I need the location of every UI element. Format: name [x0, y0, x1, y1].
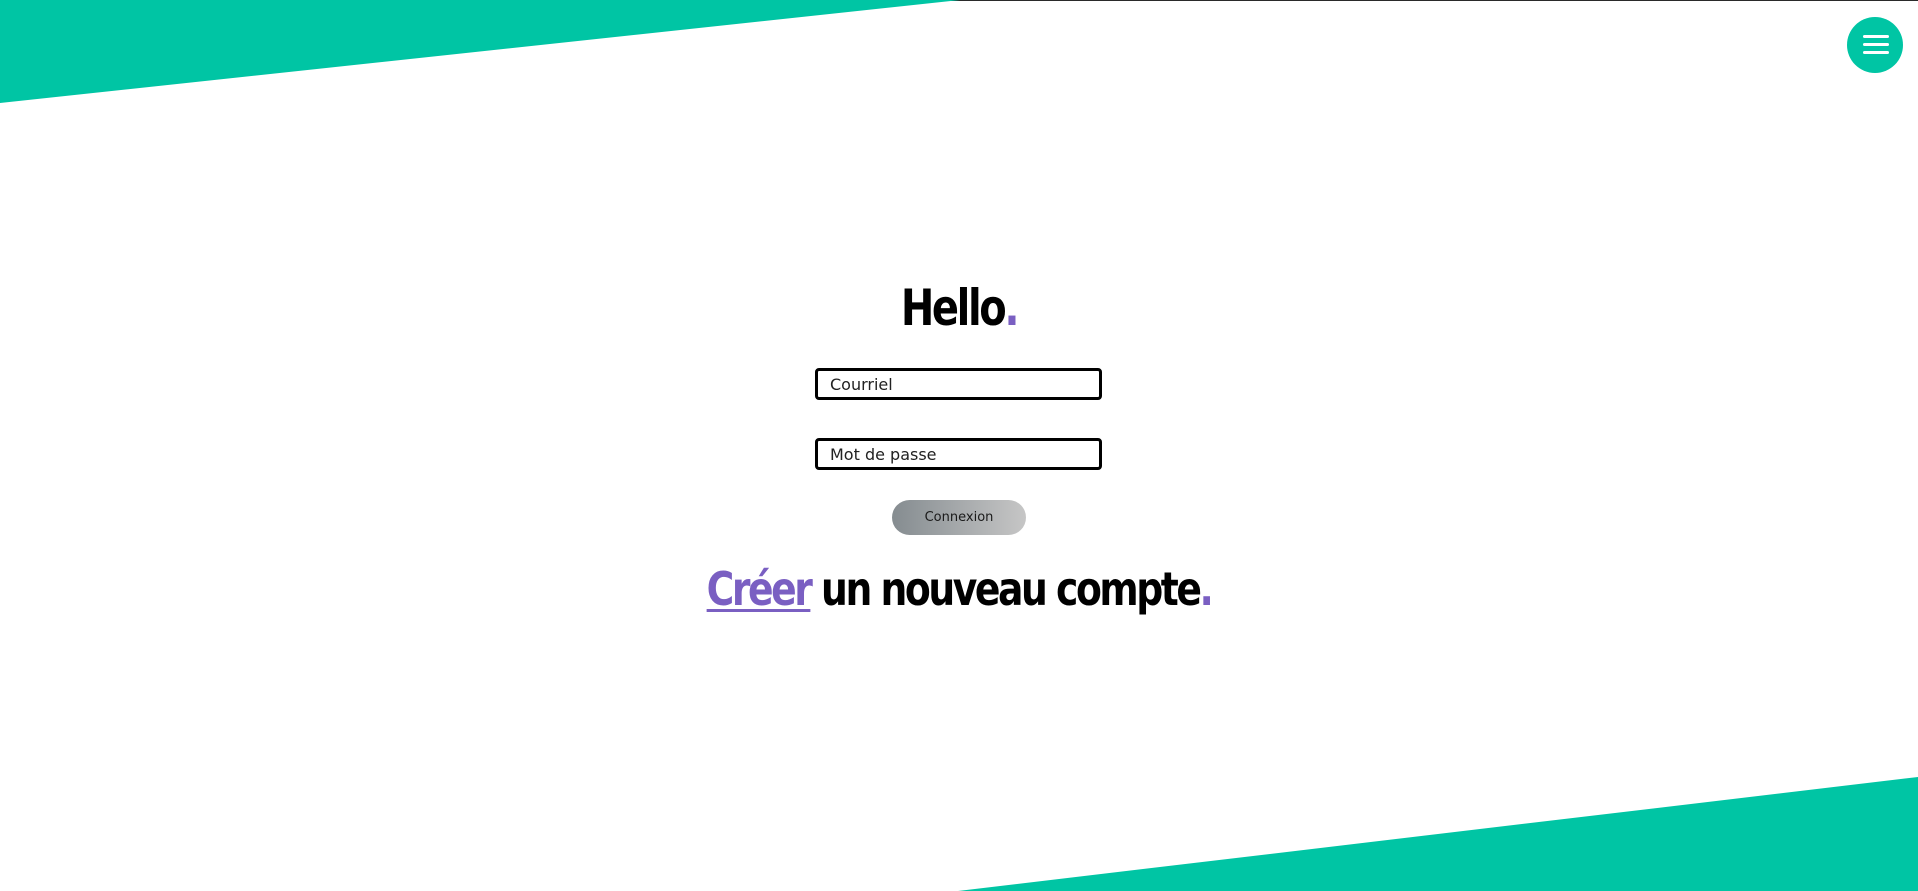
login-button[interactable]: Connexion: [892, 500, 1026, 535]
login-heading: Hello.: [192, 276, 1726, 340]
create-account-link[interactable]: Créer: [707, 562, 813, 616]
top-left-green-shape: [0, 0, 960, 103]
email-field[interactable]: [815, 368, 1102, 400]
create-account-dot: .: [1199, 562, 1213, 616]
bottom-right-green-shape: [958, 777, 1918, 891]
heading-dot: .: [1004, 279, 1019, 337]
password-field[interactable]: [815, 438, 1102, 470]
create-account-text: un nouveau compte: [810, 562, 1202, 616]
create-account-line: Créer un nouveau compte.: [173, 556, 1746, 622]
login-page: Hello. Connexion Créer un nouveau compte…: [0, 0, 1918, 891]
heading-text: Hello: [900, 279, 1007, 337]
menu-button[interactable]: [1847, 17, 1903, 73]
